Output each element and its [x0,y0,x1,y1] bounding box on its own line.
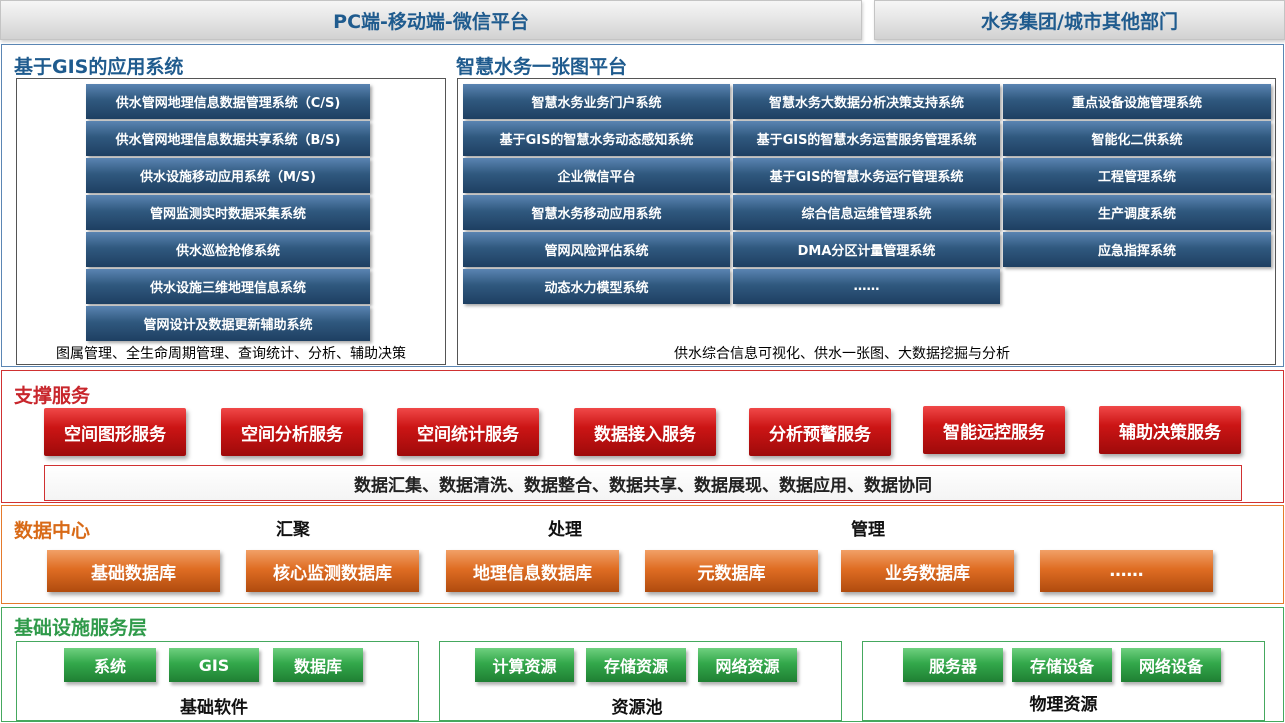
database-box[interactable]: 基础数据库 [47,550,220,592]
top-header-left: PC端-移动端-微信平台 [0,0,862,40]
top-header-right: 水务集团/城市其他部门 [874,0,1285,40]
infra-group-label: 基础软件 [180,698,248,718]
database-box[interactable]: 核心监测数据库 [246,550,419,592]
smart-system-item[interactable]: 智慧水务业务门户系统 [463,84,730,119]
gis-system-item[interactable]: 供水管网地理信息数据共享系统（B/S) [86,121,370,156]
database-box[interactable]: 元数据库 [645,550,818,592]
support-service-box[interactable]: 数据接入服务 [574,408,716,456]
smart-system-item[interactable]: 生产调度系统 [1003,195,1271,230]
support-service-box[interactable]: 空间图形服务 [44,408,186,456]
infra-item-box[interactable]: 系统 [64,648,156,682]
gis-system-item[interactable]: 管网设计及数据更新辅助系统 [86,306,370,341]
data-process-strip: 数据汇集、数据清洗、数据整合、数据共享、数据展现、数据应用、数据协同 [44,465,1242,501]
infra-item-box[interactable]: 计算资源 [475,648,574,682]
smart-system-item[interactable]: 智慧水务大数据分析决策支持系统 [733,84,1000,119]
gis-section-title: 基于GIS的应用系统 [14,56,184,78]
infra-section-title: 基础设施服务层 [14,617,148,639]
smart-system-item[interactable]: 重点设备设施管理系统 [1003,84,1271,119]
smart-system-item[interactable]: 综合信息运维管理系统 [733,195,1000,230]
support-section-title: 支撑服务 [14,385,91,407]
top-header-left-title: PC端-移动端-微信平台 [333,10,529,33]
infra-item-box[interactable]: 存储资源 [586,648,686,682]
infra-item-box[interactable]: 网络资源 [698,648,797,682]
datacenter-section-title: 数据中心 [14,520,91,542]
support-service-box[interactable]: 辅助决策服务 [1099,406,1241,454]
gis-system-item[interactable]: 供水设施三维地理信息系统 [86,269,370,304]
infra-item-box[interactable]: 服务器 [903,648,1003,682]
smart-system-item[interactable]: 工程管理系统 [1003,158,1271,193]
infra-item-box[interactable]: 数据库 [273,648,363,682]
support-service-box[interactable]: 空间分析服务 [221,408,363,456]
smart-system-item[interactable]: 智能化二供系统 [1003,121,1271,156]
database-box-more[interactable]: …… [1040,550,1213,592]
gis-system-item[interactable]: 供水设施移动应用系统（M/S) [86,158,370,193]
smart-system-item[interactable]: 基于GIS的智慧水务运营服务管理系统 [733,121,1000,156]
database-box[interactable]: 地理信息数据库 [446,550,619,592]
smart-system-item[interactable]: 基于GIS的智慧水务动态感知系统 [463,121,730,156]
infra-group-label: 物理资源 [1029,695,1098,715]
smart-system-item[interactable]: 基于GIS的智慧水务运行管理系统 [733,158,1000,193]
support-service-box[interactable]: 智能远控服务 [923,406,1065,454]
smart-section-title: 智慧水务一张图平台 [456,56,628,78]
infra-item-box[interactable]: 存储设备 [1012,648,1112,682]
database-box[interactable]: 业务数据库 [841,550,1014,592]
smart-system-item[interactable]: 应急指挥系统 [1003,232,1271,267]
support-service-box[interactable]: 空间统计服务 [397,408,539,456]
smart-system-item[interactable]: 动态水力模型系统 [463,269,730,304]
smart-system-item[interactable]: 管网风险评估系统 [463,232,730,267]
smart-system-item-more[interactable]: …… [733,269,1000,304]
gis-system-item[interactable]: 供水管网地理信息数据管理系统（C/S) [86,84,370,119]
infra-item-box[interactable]: GIS [169,648,259,682]
gis-system-item[interactable]: 管网监测实时数据采集系统 [86,195,370,230]
infra-group-label: 资源池 [611,698,663,718]
support-service-box[interactable]: 分析预警服务 [749,408,891,456]
datacenter-label-process: 处理 [548,520,582,540]
gis-caption: 图属管理、全生命周期管理、查询统计、分析、辅助决策 [56,346,406,362]
gis-system-item[interactable]: 供水巡检抢修系统 [86,232,370,267]
infra-item-box[interactable]: 网络设备 [1121,648,1221,682]
smart-caption: 供水综合信息可视化、供水一张图、大数据挖掘与分析 [674,346,1010,362]
datacenter-label-manage: 管理 [851,520,885,540]
smart-system-item[interactable]: 智慧水务移动应用系统 [463,195,730,230]
top-header-right-title: 水务集团/城市其他部门 [981,10,1178,33]
smart-system-item[interactable]: DMA分区计量管理系统 [733,232,1000,267]
smart-system-item[interactable]: 企业微信平台 [463,158,730,193]
datacenter-label-gather: 汇聚 [276,520,310,540]
